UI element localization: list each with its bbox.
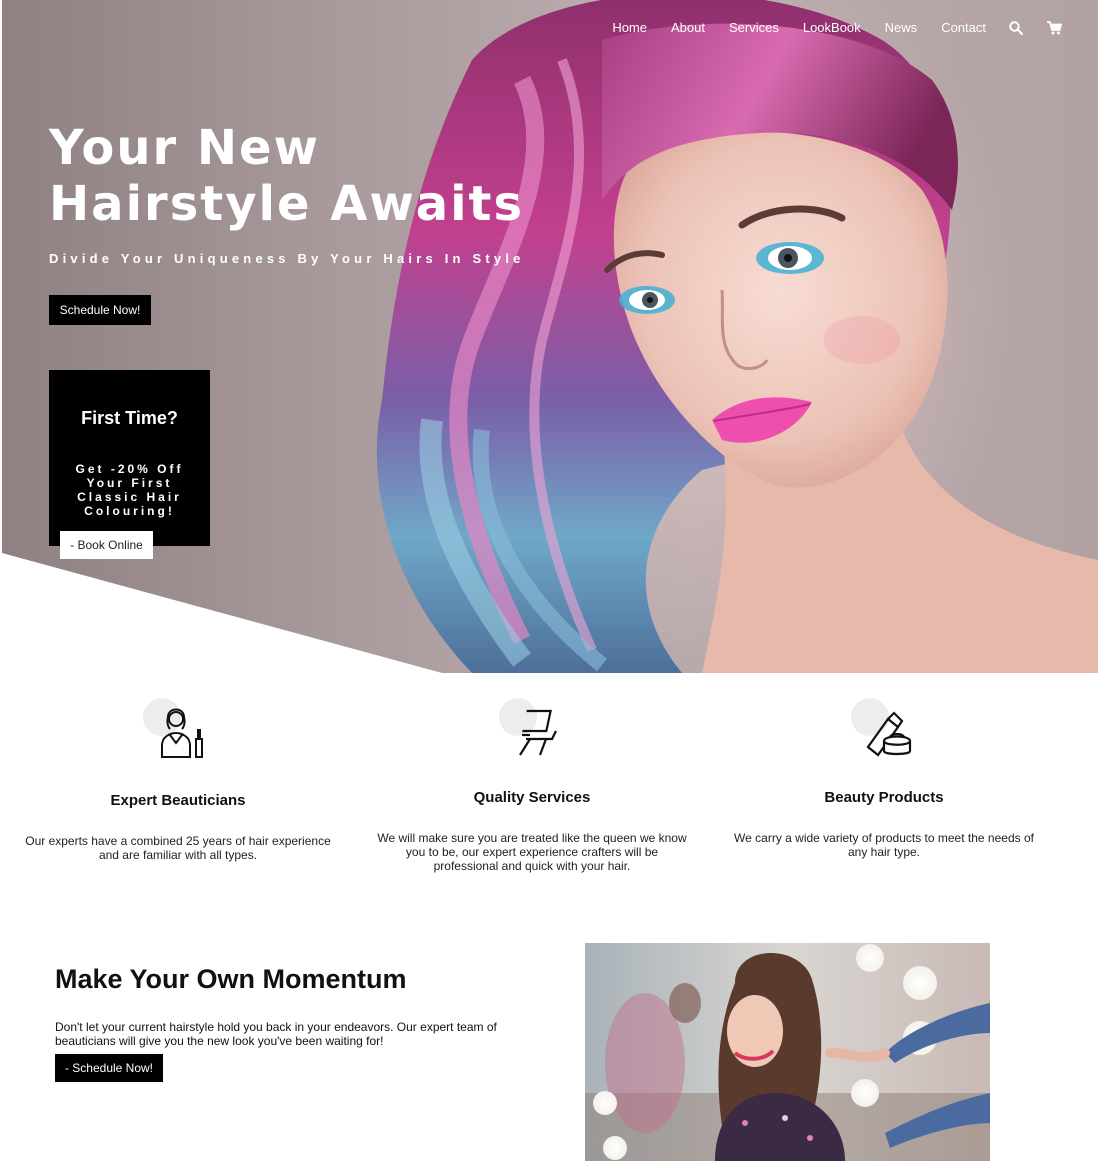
first-time-promo: First Time? Get -20% Off Your First Clas… [49, 370, 210, 546]
feature-description: Our experts have a combined 25 years of … [25, 834, 331, 862]
hero-title-line2: Hairstyle Awaits [49, 176, 525, 232]
hero-title-line1: Your New [49, 120, 320, 176]
schedule-now-button-secondary[interactable]: - Schedule Now! [55, 1054, 163, 1082]
promo-text: Get -20% Off Your First Classic Hair Col… [75, 462, 184, 518]
feature-title: Expert Beauticians [110, 792, 246, 809]
salon-photo [585, 943, 990, 1161]
schedule-now-button[interactable]: Schedule Now! [49, 295, 151, 325]
nav-services[interactable]: Services [717, 20, 791, 36]
feature-description: We carry a wide variety of products to m… [734, 831, 1034, 859]
feature-description: We will make sure you are treated like t… [377, 831, 687, 873]
feature-quality-services: Quality Services We will make sure you a… [362, 695, 702, 875]
nav-news[interactable]: News [873, 20, 930, 36]
momentum-text: Don't let your current hairstyle hold yo… [55, 1020, 497, 1048]
main-nav: Home About Services LookBook News Contac… [600, 20, 1074, 36]
salon-chair-icon [499, 698, 557, 756]
cart-icon[interactable] [1036, 20, 1074, 36]
hero-diagonal-divider [2, 553, 442, 673]
nav-contact[interactable]: Contact [929, 20, 998, 36]
feature-beauty-products: Beauty Products We carry a wide variety … [714, 695, 1054, 875]
feature-title: Beauty Products [824, 789, 944, 806]
feature-title: Quality Services [473, 789, 591, 806]
hero-banner: Home About Services LookBook News Contac… [2, 0, 1098, 673]
beauty-products-icon [851, 698, 912, 757]
nav-home[interactable]: Home [600, 20, 659, 36]
book-online-button[interactable]: - Book Online [60, 531, 153, 559]
nav-lookbook[interactable]: LookBook [791, 20, 873, 36]
search-icon[interactable] [998, 20, 1036, 36]
salon-image [585, 943, 990, 1161]
momentum-title: Make Your Own Momentum [55, 964, 407, 994]
feature-expert-beauticians: Expert Beauticians Our experts have a co… [8, 695, 348, 875]
beautician-icon [143, 698, 203, 758]
hero-subtitle: Divide Your Uniqueness By Your Hairs In … [49, 251, 525, 266]
nav-about[interactable]: About [659, 20, 717, 36]
promo-title: First Time? [81, 408, 178, 428]
hero-title: Your New Hairstyle Awaits [49, 120, 524, 232]
